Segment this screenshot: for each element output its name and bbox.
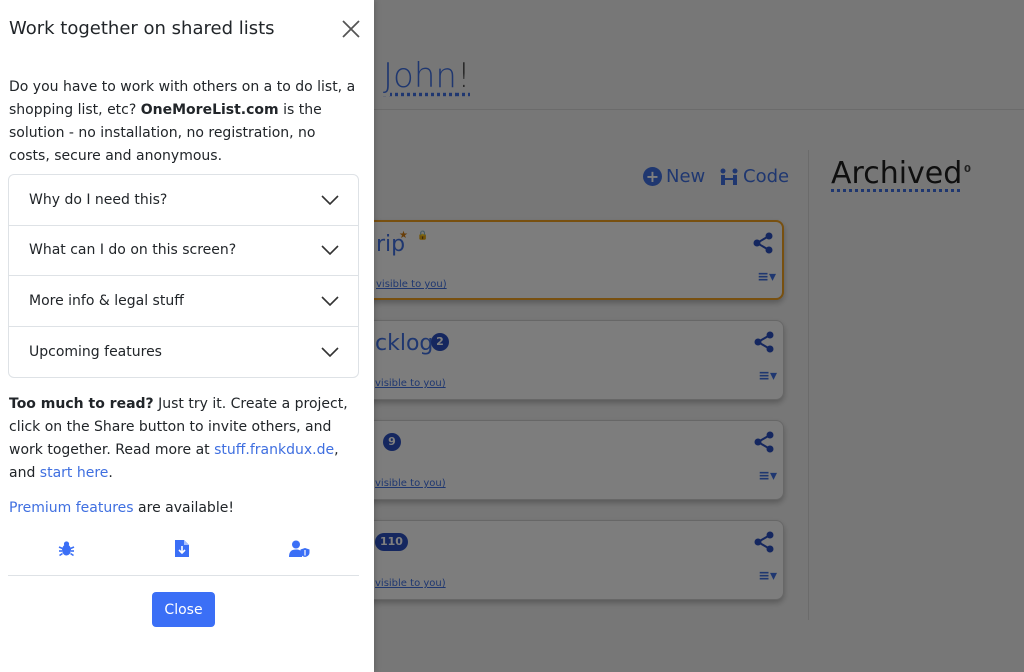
panel-title: Work together on shared lists bbox=[9, 18, 275, 39]
close-button[interactable]: Close bbox=[152, 592, 215, 627]
start-here-link[interactable]: start here bbox=[40, 465, 109, 481]
accordion-label: What can I do on this screen? bbox=[29, 242, 237, 259]
accordion-label: More info & legal stuff bbox=[29, 292, 184, 309]
file-download-icon[interactable] bbox=[175, 540, 189, 557]
stuff-link[interactable]: stuff.frankdux.de bbox=[214, 442, 334, 458]
chevron-down-icon bbox=[321, 296, 339, 306]
close-icon[interactable] bbox=[340, 18, 362, 40]
user-shield-icon[interactable] bbox=[289, 540, 310, 557]
accordion-item-why[interactable]: Why do I need this? bbox=[9, 175, 358, 226]
info-panel: Work together on shared lists Do you hav… bbox=[0, 0, 374, 672]
chevron-down-icon bbox=[321, 245, 339, 256]
try-it-text: Too much to read? Just try it. Create a … bbox=[9, 393, 361, 485]
bug-icon[interactable] bbox=[58, 540, 75, 557]
chevron-down-icon bbox=[321, 195, 339, 205]
premium-suffix: are available! bbox=[133, 500, 234, 516]
faq-accordion: Why do I need this? What can I do on thi… bbox=[8, 174, 359, 378]
chevron-down-icon bbox=[321, 347, 339, 357]
premium-link[interactable]: Premium features bbox=[9, 500, 134, 516]
accordion-label: Upcoming features bbox=[29, 343, 162, 360]
intro-text: Do you have to work with others on a to … bbox=[9, 76, 359, 168]
premium-text: Premium features are available! bbox=[9, 500, 234, 516]
try-it-text3: . bbox=[108, 465, 113, 481]
brand-name: OneMoreList.com bbox=[140, 102, 279, 118]
panel-divider bbox=[8, 575, 359, 576]
try-it-bold: Too much to read? bbox=[9, 396, 154, 412]
accordion-item-screen[interactable]: What can I do on this screen? bbox=[9, 226, 358, 276]
accordion-item-upcoming[interactable]: Upcoming features bbox=[9, 327, 358, 378]
accordion-label: Why do I need this? bbox=[29, 191, 168, 208]
accordion-item-legal[interactable]: More info & legal stuff bbox=[9, 276, 358, 327]
